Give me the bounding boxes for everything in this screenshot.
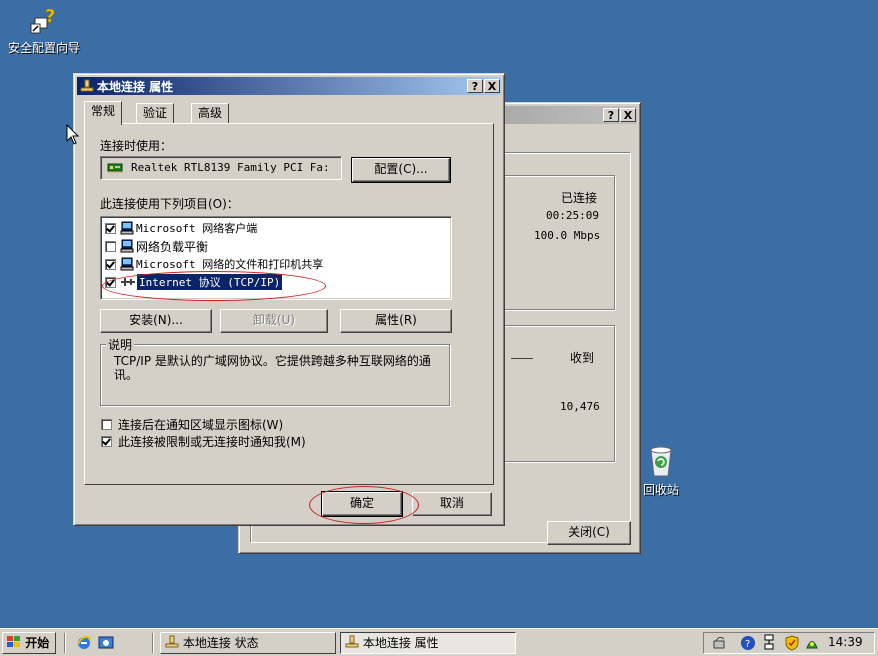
properties-button[interactable]: 属性(R) bbox=[340, 309, 452, 333]
received-label: 收到 bbox=[570, 351, 595, 365]
security-shield-icon[interactable] bbox=[784, 635, 800, 651]
sound-icon[interactable] bbox=[712, 635, 728, 651]
tab-authentication[interactable]: 验证 bbox=[136, 103, 175, 123]
properties-window-titlebar: 本地连接 属性 ? X bbox=[77, 77, 501, 95]
recycle-bin-label: 回收站 bbox=[642, 483, 679, 497]
status-close-dialog-button[interactable]: 关闭(C) bbox=[547, 521, 631, 545]
status-help-button[interactable]: ? bbox=[603, 108, 619, 122]
notify-checkbox[interactable] bbox=[101, 435, 112, 447]
cancel-button[interactable]: 取消 bbox=[412, 492, 492, 516]
component-label: Microsoft 网络的文件和打印机共享 bbox=[136, 258, 324, 271]
connect-using-label: 连接时使用： bbox=[100, 139, 173, 153]
taskbar-item-properties[interactable]: 本地连接 属性 bbox=[340, 632, 516, 654]
taskbar-item-label: 本地连接 状态 bbox=[182, 636, 259, 650]
connection-properties-window: 本地连接 属性 ? X 常规 验证 高级 连接时使用： Realtek RTL8… bbox=[73, 73, 505, 526]
network-connection-icon bbox=[80, 79, 94, 92]
file-share-computer-icon bbox=[120, 257, 134, 271]
svg-text:?: ? bbox=[745, 639, 750, 650]
list-item[interactable]: 网络负载平衡 bbox=[105, 237, 208, 255]
recycle-bin-icon bbox=[650, 446, 672, 477]
security-wizard-label: 安全配置向导 bbox=[7, 41, 80, 55]
status-close-button[interactable]: X bbox=[620, 108, 636, 122]
description-text: TCP/IP 是默认的广域网协议。它提供跨越多种互联网络的通讯。 bbox=[114, 354, 431, 382]
network-adapter-icon bbox=[107, 163, 123, 173]
configure-button[interactable]: 配置(C)... bbox=[352, 158, 450, 182]
taskbar-separator bbox=[64, 633, 66, 653]
internet-explorer-icon[interactable] bbox=[76, 635, 92, 651]
component-checkbox[interactable] bbox=[105, 222, 116, 234]
status-value: 已连接 bbox=[561, 191, 598, 205]
network-tray-icon[interactable] bbox=[762, 634, 776, 652]
svg-text:?: ? bbox=[45, 6, 55, 27]
notify-option[interactable]: 此连接被限制或无连接时通知我(M) bbox=[101, 432, 306, 450]
activity-line bbox=[511, 358, 533, 359]
component-checkbox[interactable] bbox=[105, 258, 116, 270]
install-button[interactable]: 安装(N)... bbox=[100, 309, 212, 333]
tab-advanced[interactable]: 高级 bbox=[191, 103, 230, 123]
mouse-pointer-icon bbox=[66, 124, 80, 145]
security-wizard-icon: ? bbox=[30, 6, 56, 34]
client-computer-icon bbox=[120, 221, 134, 235]
start-label: 开始 bbox=[25, 636, 50, 650]
properties-help-button[interactable]: ? bbox=[467, 79, 483, 93]
properties-close-button[interactable]: X bbox=[484, 79, 500, 93]
component-label: 网络负载平衡 bbox=[136, 239, 209, 254]
tab-general[interactable]: 常规 bbox=[84, 101, 123, 125]
adapter-name: Realtek RTL8139 Family PCI Fa: bbox=[131, 161, 330, 174]
show-icon-checkbox[interactable] bbox=[101, 418, 112, 430]
notification-area: ? 14:39 bbox=[703, 632, 875, 654]
properties-window-title: 本地连接 属性 bbox=[97, 79, 174, 94]
items-label: 此连接使用下列项目(O)： bbox=[100, 197, 239, 211]
list-item[interactable]: Microsoft 网络客户端 bbox=[105, 219, 257, 237]
highlight-ellipse-tcpip bbox=[102, 271, 326, 301]
load-balance-computer-icon bbox=[120, 239, 134, 253]
clock: 14:39 bbox=[828, 635, 863, 649]
uninstall-button: 卸载(U) bbox=[220, 309, 328, 333]
connection-groupbox bbox=[499, 175, 615, 310]
tab-strip: 常规 验证 高级 bbox=[84, 101, 496, 125]
network-connection-icon bbox=[165, 635, 179, 648]
taskbar-separator bbox=[152, 633, 154, 653]
antivirus-icon[interactable] bbox=[804, 635, 820, 651]
windows-logo-icon bbox=[7, 636, 20, 647]
notify-label: 此连接被限制或无连接时通知我(M) bbox=[118, 434, 306, 449]
received-value: 10,476 bbox=[560, 400, 600, 413]
taskbar: 开始 本地连接 状态 本地连接 属性 ? 14:39 bbox=[0, 628, 878, 656]
show-icon-option[interactable]: 连接后在通知区域显示图标(W) bbox=[101, 415, 283, 433]
network-connection-icon bbox=[345, 635, 359, 648]
component-label: Microsoft 网络客户端 bbox=[136, 222, 258, 235]
recycle-bin-desktop-icon[interactable]: 回收站 bbox=[636, 444, 686, 498]
highlight-ellipse-ok bbox=[309, 486, 419, 524]
show-desktop-icon[interactable] bbox=[98, 635, 114, 651]
security-wizard-desktop-icon[interactable]: ? 安全配置向导 bbox=[2, 6, 86, 56]
show-icon-label: 连接后在通知区域显示图标(W) bbox=[118, 417, 284, 432]
taskbar-item-label: 本地连接 属性 bbox=[362, 636, 439, 650]
adapter-field: Realtek RTL8139 Family PCI Fa: bbox=[100, 156, 342, 180]
duration-value: 00:25:09 bbox=[546, 209, 599, 222]
speed-value: 100.0 Mbps bbox=[534, 229, 601, 242]
start-button[interactable]: 开始 bbox=[2, 632, 56, 654]
help-circle-icon[interactable]: ? bbox=[740, 635, 756, 651]
activity-groupbox bbox=[499, 325, 615, 462]
component-checkbox[interactable] bbox=[105, 240, 116, 252]
description-legend: 说明 bbox=[106, 336, 135, 353]
taskbar-item-status[interactable]: 本地连接 状态 bbox=[160, 632, 336, 654]
